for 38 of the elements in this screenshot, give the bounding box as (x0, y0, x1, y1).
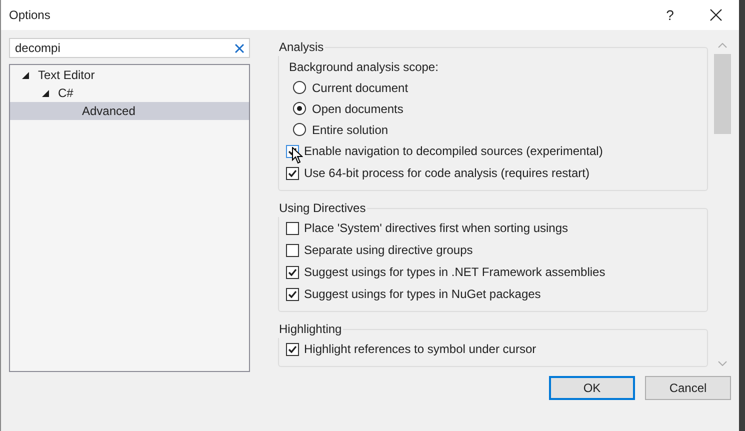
checkbox-label[interactable]: Place 'System' directives first when sorting usings (304, 219, 568, 237)
search-field[interactable]: decompi (9, 38, 250, 58)
group-title: Highlighting (278, 321, 343, 338)
checkbox-label[interactable]: Enable navigation to decompiled sources (experimental) (304, 142, 603, 160)
expanded-triangle-icon[interactable] (22, 72, 29, 78)
tree-item[interactable]: Text Editor (10, 66, 249, 84)
window-title: Options (8, 7, 52, 24)
checkbox-label[interactable]: Separate using directive groups (304, 241, 473, 259)
radio-button[interactable] (293, 102, 306, 115)
radio-label[interactable]: Entire solution (312, 120, 388, 138)
checkbox-label[interactable]: Suggest usings for types in .NET Framework assemblies (304, 263, 606, 281)
checkbox-label[interactable]: Highlight references to symbol under cursor (304, 340, 536, 358)
option-label: Background analysis scope: (288, 58, 440, 76)
clear-icon[interactable] (235, 44, 244, 52)
dialog-button[interactable]: OK (549, 376, 635, 400)
close-icon (710, 9, 722, 21)
group-title: Using Directives (278, 200, 367, 217)
checkbox-label[interactable]: Suggest usings for types in NuGet packages (304, 285, 541, 303)
radio-button[interactable] (293, 81, 306, 94)
tree-item[interactable]: C# (10, 84, 249, 102)
dialog-button[interactable]: Cancel (645, 376, 731, 400)
radio-label[interactable]: Current document (312, 78, 408, 96)
checkbox[interactable] (286, 266, 299, 278)
help-button[interactable]: ? (647, 0, 693, 30)
tree-item[interactable]: Advanced (10, 102, 249, 120)
checkbox[interactable] (286, 244, 299, 256)
checkbox[interactable] (286, 166, 299, 180)
checkbox[interactable] (286, 342, 299, 356)
checkbox[interactable] (286, 222, 299, 234)
checkbox[interactable] (286, 288, 299, 300)
radio-label[interactable]: Open documents (312, 100, 404, 118)
expanded-triangle-icon[interactable] (42, 90, 49, 96)
radio-button[interactable] (293, 123, 306, 136)
checkbox-label[interactable]: Use 64-bit process for code analysis (requires restart) (304, 164, 590, 182)
scrollbar[interactable] (714, 40, 731, 368)
scrollbar-thumb[interactable] (714, 54, 731, 134)
search-input[interactable]: decompi (15, 39, 235, 57)
group-title: Analysis (278, 39, 325, 56)
